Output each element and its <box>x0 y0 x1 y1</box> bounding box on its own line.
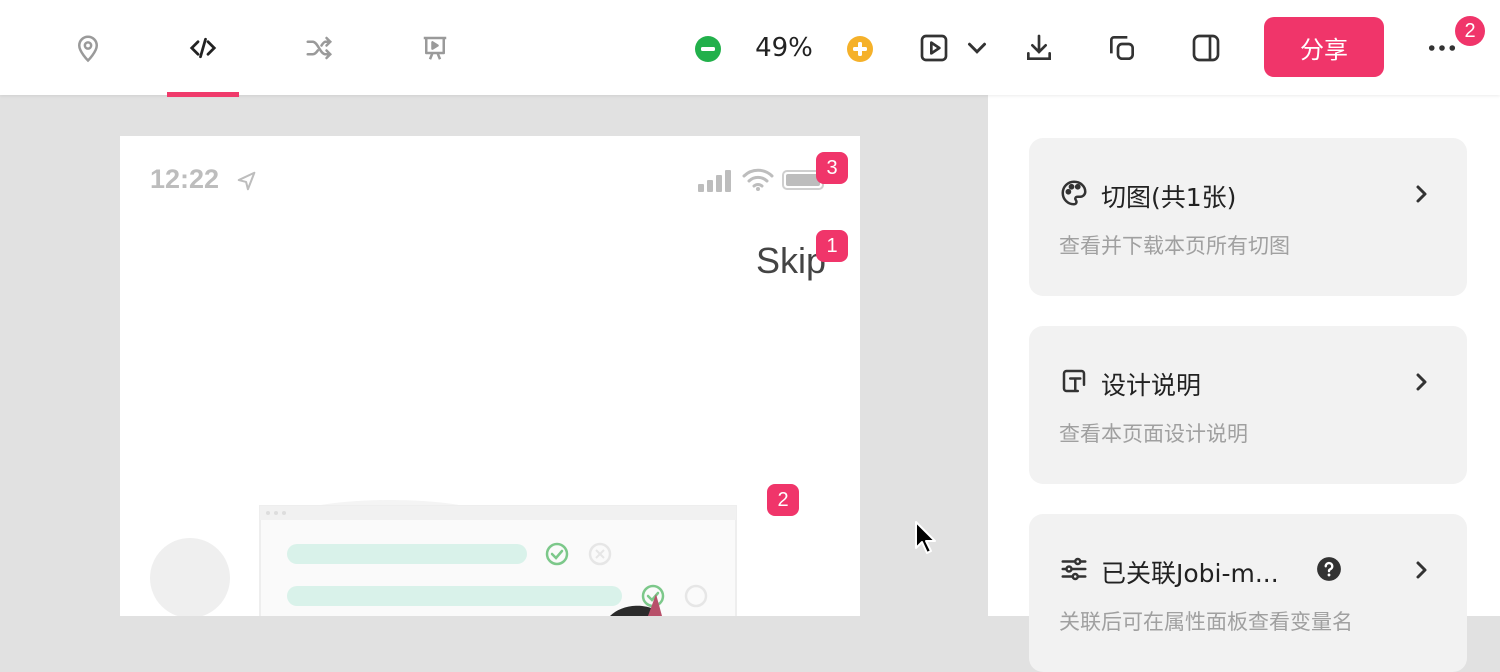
code-icon <box>189 37 217 59</box>
help-icon[interactable] <box>1316 556 1342 582</box>
tab-presentation[interactable] <box>415 28 455 68</box>
copy-icon <box>1110 36 1134 60</box>
presentation-icon <box>423 36 447 60</box>
location-pin-icon <box>77 35 99 63</box>
more-badge: 2 <box>1455 16 1485 46</box>
mouse-cursor-icon <box>915 521 936 554</box>
active-tab-indicator <box>167 92 239 97</box>
download-button[interactable] <box>1021 30 1057 66</box>
zoom-in-button[interactable] <box>846 35 874 63</box>
chevron-right-icon <box>1416 185 1427 203</box>
chevron-right-icon <box>1416 373 1427 391</box>
play-square-icon <box>920 34 948 62</box>
wifi-icon <box>742 168 774 191</box>
play-button[interactable] <box>916 30 952 66</box>
plus-circle-icon <box>847 36 873 62</box>
card-title: 设计说明 <box>1101 371 1202 400</box>
slices-card[interactable]: 切图(共1张) 查看并下载本页所有切图 <box>1029 138 1467 296</box>
tab-code[interactable] <box>183 28 223 68</box>
shuffle-icon <box>306 36 333 60</box>
marker-badge-3[interactable]: 3 <box>816 152 848 184</box>
toggle-panel-button[interactable] <box>1188 30 1224 66</box>
more-dots-icon <box>1428 45 1456 51</box>
card-title: 已关联Jobi-m... <box>1101 559 1279 588</box>
signal-icon <box>698 170 731 192</box>
zoom-level: 49% <box>755 33 813 63</box>
design-notes-card[interactable]: 设计说明 查看本页面设计说明 <box>1029 326 1467 484</box>
card-title: 切图(共1张) <box>1101 183 1237 212</box>
marker-badge-1[interactable]: 1 <box>816 230 848 262</box>
play-options-dropdown[interactable] <box>962 30 992 66</box>
status-time: 12:22 <box>150 164 220 194</box>
chevron-down-icon <box>968 42 986 54</box>
sidebar-icon <box>1192 34 1220 62</box>
sliders-icon <box>1061 557 1087 581</box>
text-note-icon <box>1062 369 1086 393</box>
minus-circle-icon <box>695 36 721 62</box>
card-description: 查看本页面设计说明 <box>1059 422 1248 446</box>
tab-annotation[interactable] <box>68 28 108 68</box>
phone-artboard[interactable]: 12:22 3 Skip 1 2 <box>120 136 860 616</box>
palette-icon <box>1061 180 1087 206</box>
share-button[interactable]: 分享 <box>1264 17 1384 77</box>
onboarding-illustration <box>150 500 737 616</box>
tab-flow[interactable] <box>299 28 339 68</box>
chevron-right-icon <box>1416 561 1427 579</box>
download-icon <box>1027 34 1051 60</box>
card-description: 关联后可在属性面板查看变量名 <box>1059 610 1353 634</box>
marker-badge-2[interactable]: 2 <box>767 484 799 516</box>
top-toolbar: 49% 分享 2 <box>0 0 1500 97</box>
linked-library-card[interactable]: 已关联Jobi-m... 关联后可在属性面板查看变量名 <box>1029 514 1467 672</box>
copy-button[interactable] <box>1104 30 1140 66</box>
card-description: 查看并下载本页所有切图 <box>1059 234 1290 258</box>
zoom-out-button[interactable] <box>694 35 722 63</box>
location-arrow-icon <box>237 171 256 191</box>
